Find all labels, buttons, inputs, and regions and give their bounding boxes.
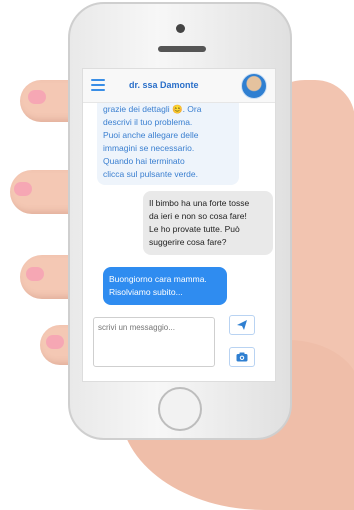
message-line: Le ho provate tutte. Può [149,224,240,234]
front-camera [176,24,185,33]
message-line: da ieri e non so cosa fare! [149,211,247,221]
paper-plane-icon [237,320,247,330]
message-bubble-user: Il bimbo ha una forte tosse da ieri e no… [143,191,273,255]
message-list[interactable]: grazie dei dettagli 😊. Ora descrivi il t… [83,103,275,311]
earpiece-speaker [158,46,206,52]
doctor-avatar[interactable] [241,73,267,99]
fingernail [28,90,46,104]
camera-button[interactable] [229,347,255,367]
message-line: descrivi il tuo problema. [103,117,193,127]
message-line: immagini se necessario. [103,143,195,153]
home-button[interactable] [158,387,202,431]
doctor-name: dr. ssa Damonte [129,80,199,90]
message-input[interactable] [93,317,215,367]
hamburger-menu-icon[interactable] [91,79,105,91]
message-bubble-doctor-instructions: grazie dei dettagli 😊. Ora descrivi il t… [97,103,239,185]
message-line: clicca sul pulsante verde. [103,169,198,179]
fingernail [14,182,32,196]
chat-screen: dr. ssa Damonte grazie dei dettagli 😊. O… [82,68,276,382]
message-line: grazie dei dettagli 😊. Ora [103,104,202,114]
fingernail [26,267,44,281]
smartphone: dr. ssa Damonte grazie dei dettagli 😊. O… [68,2,292,440]
message-line: Buongiorno cara mamma. [109,274,207,284]
message-bubble-doctor-reply: Buongiorno cara mamma. Risolviamo subito… [103,267,227,305]
chat-header: dr. ssa Damonte [83,69,275,103]
fingernail [46,335,64,349]
message-line: Puoi anche allegare delle [103,130,199,140]
message-line: Il bimbo ha una forte tosse [149,198,250,208]
message-line: Risolviamo subito... [109,287,183,297]
send-button[interactable] [229,315,255,335]
message-line: suggerire cosa fare? [149,237,227,247]
camera-icon [236,352,248,362]
message-line: Quando hai terminato [103,156,185,166]
